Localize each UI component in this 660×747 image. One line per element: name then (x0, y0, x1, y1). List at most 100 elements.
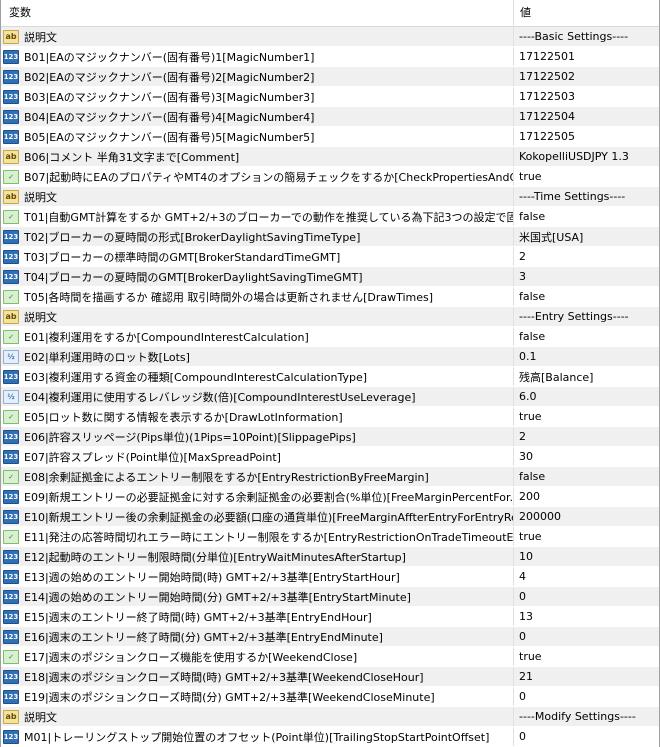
variable-cell[interactable]: 123 E13|週の始めのエントリー開始時間(時) GMT+2/+3基準[Entr… (1, 567, 514, 586)
value-cell[interactable]: 0 (514, 687, 659, 706)
table-row[interactable]: 123 B05|EAのマジックナンバー(固有番号)5[MagicNumber5] 1… (1, 127, 659, 147)
value-cell[interactable]: ----Entry Settings---- (514, 307, 659, 326)
variable-cell[interactable]: ✓ E08|余剰証拠金によるエントリー制限をするか[EntryRestrictio… (1, 467, 514, 486)
value-cell[interactable]: 2 (514, 427, 659, 446)
variable-cell[interactable]: ½ E04|複利運用に使用するレバレッジ数(倍)[CompoundInterest… (1, 387, 514, 406)
value-cell[interactable]: 2 (514, 247, 659, 266)
variable-cell[interactable]: 123 T03|ブローカーの標準時間のGMT[BrokerStandardTime… (1, 247, 514, 266)
value-cell[interactable]: true (514, 647, 659, 666)
value-cell[interactable]: 17122502 (514, 67, 659, 86)
variable-cell[interactable]: ✓ T05|各時間を描画するか 確認用 取引時間外の場合は更新されません[Draw… (1, 287, 514, 306)
variable-cell[interactable]: ab 説明文 (1, 707, 514, 726)
table-row[interactable]: ✓ B07|起動時にEAのプロパティやMT4のオプションの簡易チェックをするか[C… (1, 167, 659, 187)
table-row[interactable]: 123 B01|EAのマジックナンバー(固有番号)1[MagicNumber1] 1… (1, 47, 659, 67)
table-row[interactable]: 123 E14|週の始めのエントリー開始時間(分) GMT+2/+3基準[Entr… (1, 587, 659, 607)
table-row[interactable]: ab 説明文 ----Entry Settings---- (1, 307, 659, 327)
table-row[interactable]: 123 T04|ブローカーの夏時間のGMT[BrokerDaylightSavin… (1, 267, 659, 287)
variable-cell[interactable]: 123 E12|起動時のエントリー制限時間(分単位)[EntryWaitMinut… (1, 547, 514, 566)
table-row[interactable]: ab B06|コメント 半角31文字まで[Comment] KokopelliUSD… (1, 147, 659, 167)
value-cell[interactable]: 0 (514, 587, 659, 606)
variable-cell[interactable]: 123 E14|週の始めのエントリー開始時間(分) GMT+2/+3基準[Entr… (1, 587, 514, 606)
value-cell[interactable]: false (514, 207, 659, 226)
variable-cell[interactable]: 123 B03|EAのマジックナンバー(固有番号)3[MagicNumber3] (1, 87, 514, 106)
variable-cell[interactable]: ✓ E01|複利運用をするか[CompoundInterestCalculatio… (1, 327, 514, 346)
variable-cell[interactable]: 123 E15|週末のエントリー終了時間(時) GMT+2/+3基準[EntryE… (1, 607, 514, 626)
value-cell[interactable]: 0 (514, 727, 659, 746)
table-row[interactable]: ab 説明文 ----Modify Settings---- (1, 707, 659, 727)
table-row[interactable]: 123 M01|トレーリングストップ開始位置のオフセット(Point単位)[Tra… (1, 727, 659, 747)
variable-cell[interactable]: ✓ B07|起動時にEAのプロパティやMT4のオプションの簡易チェックをするか[C… (1, 167, 514, 186)
table-row[interactable]: 123 E16|週末のエントリー終了時間(分) GMT+2/+3基準[EntryE… (1, 627, 659, 647)
value-cell[interactable]: KokopelliUSDJPY 1.3 (514, 147, 659, 166)
table-row[interactable]: 123 E10|新規エントリー後の余剰証拠金の必要額(口座の通貨単位)[FreeM… (1, 507, 659, 527)
table-row[interactable]: 123 B03|EAのマジックナンバー(固有番号)3[MagicNumber3] 1… (1, 87, 659, 107)
table-row[interactable]: 123 E15|週末のエントリー終了時間(時) GMT+2/+3基準[EntryE… (1, 607, 659, 627)
value-cell[interactable]: true (514, 527, 659, 546)
value-cell[interactable]: 10 (514, 547, 659, 566)
column-header-value[interactable]: 値 (514, 0, 659, 26)
table-row[interactable]: ½ E02|単利運用時のロット数[Lots] 0.1 (1, 347, 659, 367)
variable-cell[interactable]: 123 E07|許容スプレッド(Point単位)[MaxSpreadPoint] (1, 447, 514, 466)
variable-cell[interactable]: 123 E16|週末のエントリー終了時間(分) GMT+2/+3基準[EntryE… (1, 627, 514, 646)
value-cell[interactable]: 残高[Balance] (514, 367, 659, 386)
value-cell[interactable]: 17122503 (514, 87, 659, 106)
table-row[interactable]: 123 E12|起動時のエントリー制限時間(分単位)[EntryWaitMinut… (1, 547, 659, 567)
table-row[interactable]: ✓ E05|ロット数に関する情報を表示するか[DrawLotInformation… (1, 407, 659, 427)
value-cell[interactable]: false (514, 287, 659, 306)
value-cell[interactable]: 0.1 (514, 347, 659, 366)
table-row[interactable]: ✓ E11|発注の応答時間切れエラー時にエントリー制限をするか[EntryRest… (1, 527, 659, 547)
variable-cell[interactable]: 123 B02|EAのマジックナンバー(固有番号)2[MagicNumber2] (1, 67, 514, 86)
variable-cell[interactable]: 123 T02|ブローカーの夏時間の形式[BrokerDaylightSaving… (1, 227, 514, 246)
variable-cell[interactable]: ab B06|コメント 半角31文字まで[Comment] (1, 147, 514, 166)
variable-cell[interactable]: ab 説明文 (1, 307, 514, 326)
variable-cell[interactable]: 123 T04|ブローカーの夏時間のGMT[BrokerDaylightSavin… (1, 267, 514, 286)
value-cell[interactable]: 17122505 (514, 127, 659, 146)
variable-cell[interactable]: 123 M01|トレーリングストップ開始位置のオフセット(Point単位)[Tra… (1, 727, 514, 746)
value-cell[interactable]: ----Time Settings---- (514, 187, 659, 206)
value-cell[interactable]: 4 (514, 567, 659, 586)
table-row[interactable]: 123 E03|複利運用する資金の種類[CompoundInterestCalcu… (1, 367, 659, 387)
table-row[interactable]: 123 T03|ブローカーの標準時間のGMT[BrokerStandardTime… (1, 247, 659, 267)
variable-cell[interactable]: ab 説明文 (1, 187, 514, 206)
table-row[interactable]: 123 B04|EAのマジックナンバー(固有番号)4[MagicNumber4] 1… (1, 107, 659, 127)
variable-cell[interactable]: 123 B04|EAのマジックナンバー(固有番号)4[MagicNumber4] (1, 107, 514, 126)
value-cell[interactable]: ----Basic Settings---- (514, 27, 659, 46)
value-cell[interactable]: true (514, 167, 659, 186)
table-row[interactable]: ✓ T01|自動GMT計算をするか GMT+2/+3のブローカーでの動作を推奨して… (1, 207, 659, 227)
variable-cell[interactable]: ✓ E17|週末のポジションクローズ機能を使用するか[WeekendClose] (1, 647, 514, 666)
value-cell[interactable]: 17122501 (514, 47, 659, 66)
value-cell[interactable]: 米国式[USA] (514, 227, 659, 246)
value-cell[interactable]: 200 (514, 487, 659, 506)
value-cell[interactable]: true (514, 407, 659, 426)
table-row[interactable]: 123 E13|週の始めのエントリー開始時間(時) GMT+2/+3基準[Entr… (1, 567, 659, 587)
value-cell[interactable]: 200000 (514, 507, 659, 526)
variable-cell[interactable]: 123 B01|EAのマジックナンバー(固有番号)1[MagicNumber1] (1, 47, 514, 66)
variable-cell[interactable]: 123 E10|新規エントリー後の余剰証拠金の必要額(口座の通貨単位)[FreeM… (1, 507, 514, 526)
value-cell[interactable]: 6.0 (514, 387, 659, 406)
value-cell[interactable]: 0 (514, 627, 659, 646)
table-row[interactable]: 123 E09|新規エントリーの必要証拠金に対する余剰証拠金の必要割合(%単位)[… (1, 487, 659, 507)
table-row[interactable]: ab 説明文 ----Time Settings---- (1, 187, 659, 207)
table-row[interactable]: ✓ E17|週末のポジションクローズ機能を使用するか[WeekendClose] t… (1, 647, 659, 667)
table-row[interactable]: ab 説明文 ----Basic Settings---- (1, 27, 659, 47)
value-cell[interactable]: false (514, 327, 659, 346)
variable-cell[interactable]: ½ E02|単利運用時のロット数[Lots] (1, 347, 514, 366)
table-row[interactable]: ✓ T05|各時間を描画するか 確認用 取引時間外の場合は更新されません[Draw… (1, 287, 659, 307)
table-row[interactable]: ½ E04|複利運用に使用するレバレッジ数(倍)[CompoundInterest… (1, 387, 659, 407)
table-row[interactable]: 123 E06|許容スリッページ(Pips単位)(1Pips=10Point)[S… (1, 427, 659, 447)
variable-cell[interactable]: ✓ E05|ロット数に関する情報を表示するか[DrawLotInformation… (1, 407, 514, 426)
variable-cell[interactable]: ✓ E11|発注の応答時間切れエラー時にエントリー制限をするか[EntryRest… (1, 527, 514, 546)
value-cell[interactable]: 30 (514, 447, 659, 466)
table-row[interactable]: 123 E18|週末のポジションクローズ時間(時) GMT+2/+3基準[Week… (1, 667, 659, 687)
value-cell[interactable]: 21 (514, 667, 659, 686)
value-cell[interactable]: 3 (514, 267, 659, 286)
column-header-variable[interactable]: 変数 (1, 0, 514, 26)
table-row[interactable]: 123 E07|許容スプレッド(Point単位)[MaxSpreadPoint] 3… (1, 447, 659, 467)
variable-cell[interactable]: ✓ T01|自動GMT計算をするか GMT+2/+3のブローカーでの動作を推奨して… (1, 207, 514, 226)
table-row[interactable]: 123 T02|ブローカーの夏時間の形式[BrokerDaylightSaving… (1, 227, 659, 247)
value-cell[interactable]: 17122504 (514, 107, 659, 126)
value-cell[interactable]: ----Modify Settings---- (514, 707, 659, 726)
variable-cell[interactable]: 123 E09|新規エントリーの必要証拠金に対する余剰証拠金の必要割合(%単位)[… (1, 487, 514, 506)
table-row[interactable]: 123 B02|EAのマジックナンバー(固有番号)2[MagicNumber2] 1… (1, 67, 659, 87)
table-row[interactable]: ✓ E08|余剰証拠金によるエントリー制限をするか[EntryRestrictio… (1, 467, 659, 487)
